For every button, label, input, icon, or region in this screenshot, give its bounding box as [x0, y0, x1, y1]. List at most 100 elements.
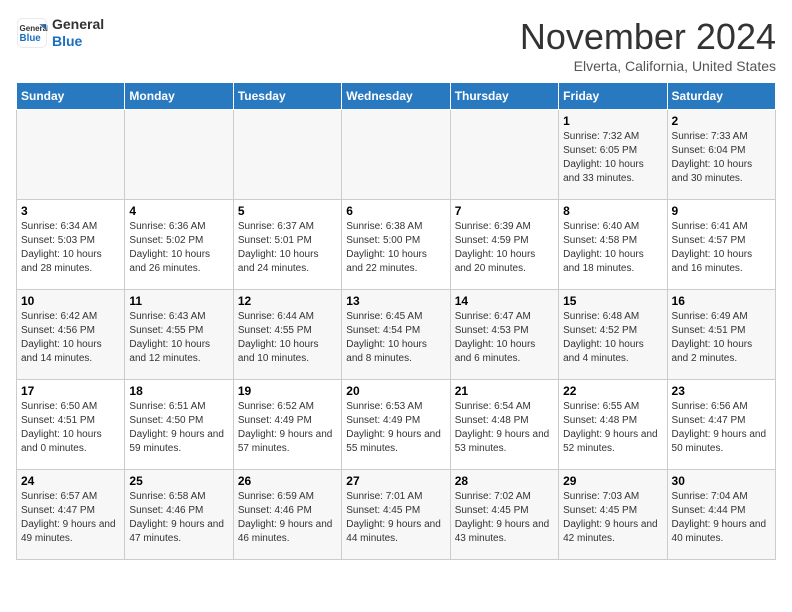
- day-info: Sunrise: 6:57 AM Sunset: 4:47 PM Dayligh…: [21, 490, 120, 546]
- calendar-body: 1Sunrise: 7:32 AM Sunset: 6:05 PM Daylig…: [17, 110, 776, 560]
- calendar-day: 17 Sunrise: 6:50 AM Sunset: 4:51 PM Dayli…: [17, 380, 125, 470]
- calendar-day: 15 Sunrise: 6:48 AM Sunset: 4:52 PM Dayli…: [559, 290, 667, 380]
- day-info: Sunrise: 6:58 AM Sunset: 4:46 PM Dayligh…: [129, 490, 228, 546]
- day-number: 2: [672, 114, 771, 128]
- calendar-day: [233, 110, 341, 200]
- calendar-day: 29 Sunrise: 7:03 AM Sunset: 4:45 PM Dayli…: [559, 470, 667, 560]
- calendar-day: 1Sunrise: 7:32 AM Sunset: 6:05 PM Daylig…: [559, 110, 667, 200]
- day-number: 23: [672, 384, 771, 398]
- calendar-day: 6Sunrise: 6:38 AM Sunset: 5:00 PM Daylig…: [342, 200, 450, 290]
- calendar-day: 26Sunrise: 6:59 AM Sunset: 4:46 PM Dayli…: [233, 470, 341, 560]
- calendar-day: 8Sunrise: 6:40 AM Sunset: 4:58 PM Daylig…: [559, 200, 667, 290]
- header-day: Friday: [559, 83, 667, 110]
- day-number: 13: [346, 294, 445, 308]
- calendar-week: 3 Sunrise: 6:34 AM Sunset: 5:03 PM Daylig…: [17, 200, 776, 290]
- day-info: Sunrise: 7:03 AM Sunset: 4:45 PM Dayligh…: [563, 490, 662, 546]
- day-number: 3: [21, 204, 120, 218]
- calendar-day: [342, 110, 450, 200]
- day-number: 4: [129, 204, 228, 218]
- day-info: Sunrise: 6:42 AM Sunset: 4:56 PM Dayligh…: [21, 310, 120, 366]
- day-info: Sunrise: 6:45 AM Sunset: 4:54 PM Dayligh…: [346, 310, 445, 366]
- day-info: Sunrise: 6:36 AM Sunset: 5:02 PM Dayligh…: [129, 220, 228, 276]
- calendar-day: 9 Sunrise: 6:41 AM Sunset: 4:57 PM Daylig…: [667, 200, 775, 290]
- day-info: Sunrise: 7:01 AM Sunset: 4:45 PM Dayligh…: [346, 490, 445, 546]
- calendar-header: SundayMondayTuesdayWednesdayThursdayFrid…: [17, 83, 776, 110]
- calendar-week: 17 Sunrise: 6:50 AM Sunset: 4:51 PM Dayli…: [17, 380, 776, 470]
- logo-text-general: General: [52, 16, 104, 33]
- location-text: Elverta, California, United States: [520, 58, 776, 74]
- day-number: 11: [129, 294, 228, 308]
- calendar-day: 11 Sunrise: 6:43 AM Sunset: 4:55 PM Dayli…: [125, 290, 233, 380]
- calendar-week: 10 Sunrise: 6:42 AM Sunset: 4:56 PM Dayli…: [17, 290, 776, 380]
- day-info: Sunrise: 6:48 AM Sunset: 4:52 PM Dayligh…: [563, 310, 662, 366]
- calendar-table: SundayMondayTuesdayWednesdayThursdayFrid…: [16, 82, 776, 560]
- day-number: 21: [455, 384, 554, 398]
- calendar-day: [450, 110, 558, 200]
- calendar-day: 19Sunrise: 6:52 AM Sunset: 4:49 PM Dayli…: [233, 380, 341, 470]
- header-day: Wednesday: [342, 83, 450, 110]
- day-info: Sunrise: 6:59 AM Sunset: 4:46 PM Dayligh…: [238, 490, 337, 546]
- day-info: Sunrise: 6:37 AM Sunset: 5:01 PM Dayligh…: [238, 220, 337, 276]
- header-day: Tuesday: [233, 83, 341, 110]
- day-info: Sunrise: 6:34 AM Sunset: 5:03 PM Dayligh…: [21, 220, 120, 276]
- day-info: Sunrise: 6:47 AM Sunset: 4:53 PM Dayligh…: [455, 310, 554, 366]
- calendar-day: 2Sunrise: 7:33 AM Sunset: 6:04 PM Daylig…: [667, 110, 775, 200]
- header-day: Monday: [125, 83, 233, 110]
- calendar-day: 22 Sunrise: 6:55 AM Sunset: 4:48 PM Dayli…: [559, 380, 667, 470]
- day-number: 17: [21, 384, 120, 398]
- logo-text-blue: Blue: [52, 33, 104, 50]
- day-number: 9: [672, 204, 771, 218]
- day-number: 27: [346, 474, 445, 488]
- calendar-day: 20Sunrise: 6:53 AM Sunset: 4:49 PM Dayli…: [342, 380, 450, 470]
- day-info: Sunrise: 6:43 AM Sunset: 4:55 PM Dayligh…: [129, 310, 228, 366]
- day-info: Sunrise: 6:49 AM Sunset: 4:51 PM Dayligh…: [672, 310, 771, 366]
- day-info: Sunrise: 6:39 AM Sunset: 4:59 PM Dayligh…: [455, 220, 554, 276]
- logo: General Blue General Blue: [16, 16, 104, 50]
- day-info: Sunrise: 6:55 AM Sunset: 4:48 PM Dayligh…: [563, 400, 662, 456]
- day-number: 25: [129, 474, 228, 488]
- day-number: 18: [129, 384, 228, 398]
- header-day: Saturday: [667, 83, 775, 110]
- day-number: 10: [21, 294, 120, 308]
- calendar-day: 5Sunrise: 6:37 AM Sunset: 5:01 PM Daylig…: [233, 200, 341, 290]
- day-info: Sunrise: 7:32 AM Sunset: 6:05 PM Dayligh…: [563, 130, 662, 186]
- calendar-day: 24 Sunrise: 6:57 AM Sunset: 4:47 PM Dayli…: [17, 470, 125, 560]
- day-info: Sunrise: 6:50 AM Sunset: 4:51 PM Dayligh…: [21, 400, 120, 456]
- calendar-day: 27 Sunrise: 7:01 AM Sunset: 4:45 PM Dayli…: [342, 470, 450, 560]
- calendar-day: 4 Sunrise: 6:36 AM Sunset: 5:02 PM Daylig…: [125, 200, 233, 290]
- calendar-day: 14Sunrise: 6:47 AM Sunset: 4:53 PM Dayli…: [450, 290, 558, 380]
- day-number: 20: [346, 384, 445, 398]
- calendar-day: 21 Sunrise: 6:54 AM Sunset: 4:48 PM Dayli…: [450, 380, 558, 470]
- day-info: Sunrise: 6:38 AM Sunset: 5:00 PM Dayligh…: [346, 220, 445, 276]
- calendar-day: 3 Sunrise: 6:34 AM Sunset: 5:03 PM Daylig…: [17, 200, 125, 290]
- month-title: November 2024: [520, 16, 776, 58]
- day-info: Sunrise: 7:02 AM Sunset: 4:45 PM Dayligh…: [455, 490, 554, 546]
- day-info: Sunrise: 6:51 AM Sunset: 4:50 PM Dayligh…: [129, 400, 228, 456]
- title-block: November 2024 Elverta, California, Unite…: [520, 16, 776, 74]
- calendar-day: 30Sunrise: 7:04 AM Sunset: 4:44 PM Dayli…: [667, 470, 775, 560]
- logo-icon: General Blue: [16, 17, 48, 49]
- day-number: 15: [563, 294, 662, 308]
- calendar-day: 23 Sunrise: 6:56 AM Sunset: 4:47 PM Dayli…: [667, 380, 775, 470]
- header-day: Thursday: [450, 83, 558, 110]
- calendar-week: 24 Sunrise: 6:57 AM Sunset: 4:47 PM Dayli…: [17, 470, 776, 560]
- day-info: Sunrise: 7:04 AM Sunset: 4:44 PM Dayligh…: [672, 490, 771, 546]
- day-info: Sunrise: 6:44 AM Sunset: 4:55 PM Dayligh…: [238, 310, 337, 366]
- day-number: 28: [455, 474, 554, 488]
- day-info: Sunrise: 6:52 AM Sunset: 4:49 PM Dayligh…: [238, 400, 337, 456]
- header-row: SundayMondayTuesdayWednesdayThursdayFrid…: [17, 83, 776, 110]
- calendar-day: 7Sunrise: 6:39 AM Sunset: 4:59 PM Daylig…: [450, 200, 558, 290]
- calendar-day: 13 Sunrise: 6:45 AM Sunset: 4:54 PM Dayli…: [342, 290, 450, 380]
- day-info: Sunrise: 6:54 AM Sunset: 4:48 PM Dayligh…: [455, 400, 554, 456]
- day-number: 29: [563, 474, 662, 488]
- day-info: Sunrise: 6:56 AM Sunset: 4:47 PM Dayligh…: [672, 400, 771, 456]
- day-number: 22: [563, 384, 662, 398]
- calendar-day: 12Sunrise: 6:44 AM Sunset: 4:55 PM Dayli…: [233, 290, 341, 380]
- day-number: 16: [672, 294, 771, 308]
- calendar-week: 1Sunrise: 7:32 AM Sunset: 6:05 PM Daylig…: [17, 110, 776, 200]
- day-info: Sunrise: 6:40 AM Sunset: 4:58 PM Dayligh…: [563, 220, 662, 276]
- day-info: Sunrise: 6:41 AM Sunset: 4:57 PM Dayligh…: [672, 220, 771, 276]
- calendar-day: 18 Sunrise: 6:51 AM Sunset: 4:50 PM Dayli…: [125, 380, 233, 470]
- calendar-day: [17, 110, 125, 200]
- day-number: 24: [21, 474, 120, 488]
